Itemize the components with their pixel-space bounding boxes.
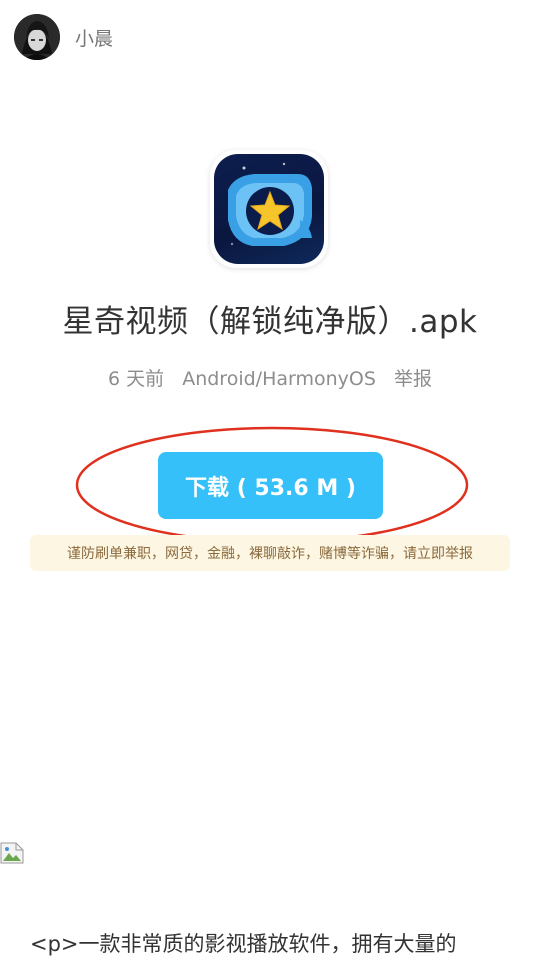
star-video-app-icon [214,154,324,264]
author-header: 小晨 [14,14,113,60]
avatar[interactable] [14,14,60,60]
app-title: 星奇视频（解锁纯净版）.apk [62,304,478,340]
author-name[interactable]: 小晨 [75,24,113,51]
fraud-warning-text: 谨防刷单兼职，网贷，金融，裸聊敲诈，赌博等诈骗，请立即举报 [67,546,473,562]
app-description: <p>一款非常质的影视播放软件，拥有大量的 [30,932,457,956]
broken-image-icon [0,842,24,864]
app-meta: 6 天前 Android/HarmonyOS 举报 [0,364,540,391]
download-button-label: 下载 ( 53.6 M ) [185,475,356,501]
platform-label: Android/HarmonyOS [182,368,376,390]
fraud-warning-banner: 谨防刷单兼职，网贷，金融，裸聊敲诈，赌博等诈骗，请立即举报 [30,535,510,571]
upload-time: 6 天前 [108,368,165,390]
download-button[interactable]: 下载 ( 53.6 M ) [158,452,383,519]
report-link[interactable]: 举报 [394,368,432,390]
app-icon-frame [210,150,328,268]
